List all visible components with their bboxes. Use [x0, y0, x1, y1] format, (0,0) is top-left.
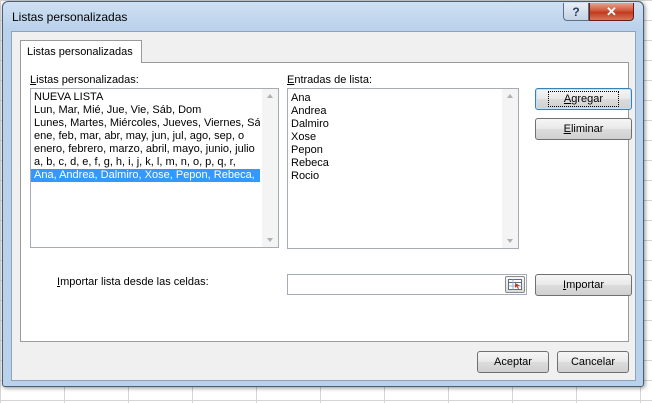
accept-button[interactable]: Aceptar	[477, 351, 549, 373]
import-range-input[interactable]	[287, 274, 527, 295]
import-button[interactable]: Importar	[535, 274, 632, 296]
delete-button[interactable]: Eliminar	[535, 118, 632, 140]
list-entry-line: Rocio	[291, 170, 320, 182]
help-button[interactable]: ?	[563, 3, 589, 21]
custom-list-item[interactable]: Ana, Andrea, Dalmiro, Xose, Pepon, Rebec…	[31, 169, 260, 182]
custom-lists-dialog: Listas personalizadas ? ✕ Listas persona…	[2, 1, 644, 387]
close-icon: ✕	[606, 3, 617, 19]
tab-custom-lists[interactable]: Listas personalizadas	[20, 40, 142, 63]
help-icon: ?	[572, 4, 580, 19]
range-selector-button[interactable]	[505, 276, 525, 293]
list-entry-line: Ana	[291, 92, 311, 104]
import-range-label: Importar lista desde las celdas:	[57, 276, 209, 288]
accept-button-label: Aceptar	[494, 356, 532, 368]
dialog-body: Listas personalizadas Listas personaliza…	[11, 31, 636, 381]
cancel-button[interactable]: Cancelar	[557, 351, 629, 373]
custom-lists-listbox[interactable]: NUEVA LISTA Lun, Mar, Mié, Jue, Vie, Sáb,…	[30, 88, 279, 248]
delete-button-label: Eliminar	[563, 123, 604, 135]
custom-list-item[interactable]: enero, febrero, marzo, abril, mayo, juni…	[31, 143, 260, 156]
tab-panel: Listas personalizadas: NUEVA LISTA Lun, M…	[20, 62, 632, 342]
scroll-up-arrow-icon[interactable]	[507, 94, 513, 98]
list-entry-line: Andrea	[291, 105, 327, 117]
add-button[interactable]: Agregar	[535, 88, 632, 110]
list-entry-line: Dalmiro	[291, 118, 329, 130]
custom-list-item[interactable]: a, b, c, d, e, f, g, h, i, j, k, l, m, n…	[31, 156, 260, 169]
list-entries-textarea[interactable]: Ana Andrea Dalmiro Xose Pepon Rebeca Rocio	[287, 88, 519, 249]
scroll-down-arrow-icon[interactable]	[267, 238, 273, 242]
tab-label: Listas personalizadas	[27, 46, 133, 58]
list-entry-line: Xose	[291, 131, 317, 143]
close-button[interactable]: ✕	[589, 3, 634, 21]
scroll-down-arrow-icon[interactable]	[507, 239, 513, 243]
dialog-title: Listas personalizadas	[12, 10, 128, 24]
custom-list-item[interactable]: Lun, Mar, Mié, Jue, Vie, Sáb, Dom	[31, 104, 260, 117]
list-entries-rows: Ana Andrea Dalmiro Xose Pepon Rebeca Rocio	[288, 89, 518, 183]
cancel-button-label: Cancelar	[570, 356, 616, 368]
add-button-label: Agregar	[547, 91, 620, 107]
custom-lists-scrollbar[interactable]	[262, 89, 278, 247]
custom-lists-label: Listas personalizadas:	[30, 74, 139, 86]
list-entry-line: Pepon	[291, 144, 323, 156]
list-entries-label: Entradas de lista:	[287, 74, 372, 86]
import-button-label: Importar	[563, 279, 604, 291]
custom-lists-rows: NUEVA LISTA Lun, Mar, Mié, Jue, Vie, Sáb,…	[31, 89, 260, 182]
custom-list-item[interactable]: NUEVA LISTA	[31, 91, 260, 104]
range-selector-icon	[508, 279, 522, 290]
custom-list-item[interactable]: Lunes, Martes, Miércoles, Jueves, Vierne…	[31, 117, 260, 130]
scroll-up-arrow-icon[interactable]	[267, 94, 273, 98]
list-entries-scrollbar[interactable]	[502, 89, 518, 248]
custom-list-item[interactable]: ene, feb, mar, abr, may, jun, jul, ago, …	[31, 130, 260, 143]
list-entry-line: Rebeca	[291, 157, 329, 169]
